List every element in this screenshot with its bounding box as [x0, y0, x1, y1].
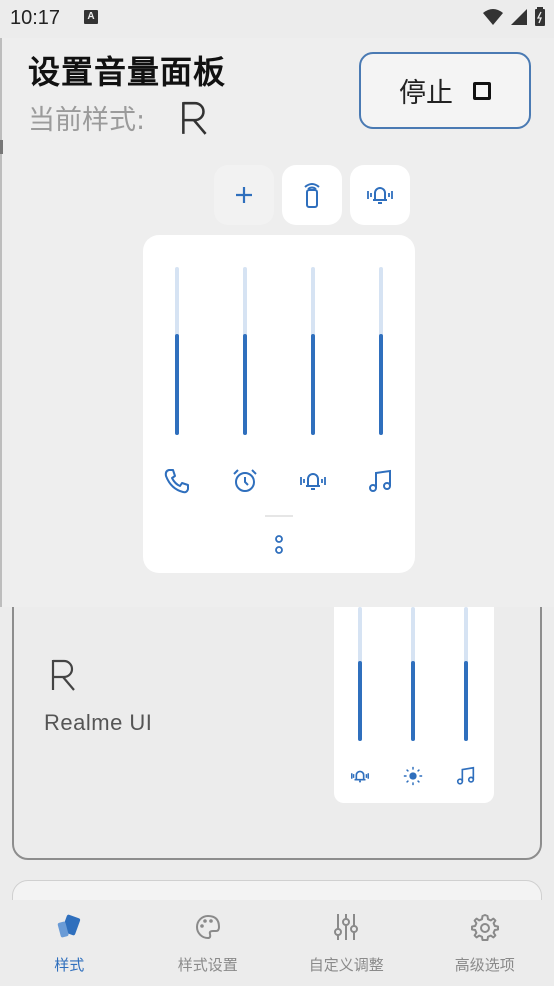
media-volume-fill — [379, 334, 383, 435]
preview-slider-fill — [464, 660, 468, 741]
preview-slider — [464, 607, 468, 741]
preview-slider-fill — [411, 660, 415, 741]
call-volume-fill — [175, 334, 179, 435]
nav-item-style[interactable]: 样式 — [0, 900, 139, 986]
status-time: 10:17 — [10, 7, 61, 29]
stop-button[interactable]: 停止 — [359, 52, 531, 129]
nav-label: 样式设置 — [177, 956, 238, 974]
signal-icon — [511, 9, 527, 25]
volume-panel-settings-sheet: 设置音量面板 当前样式: 停止 — [0, 0, 554, 607]
brightness-icon — [403, 766, 423, 786]
alarm-volume-slider[interactable] — [243, 267, 247, 435]
nav-label: 样式 — [54, 956, 85, 974]
preview-slider — [358, 607, 362, 741]
notification-a-icon: A — [84, 10, 98, 24]
vibrate-icon — [351, 770, 369, 783]
media-volume-slider[interactable] — [379, 267, 383, 435]
volume-sliders-card — [143, 235, 415, 573]
current-style-label: 当前样式: — [28, 105, 146, 136]
status-bar: 10:17 A — [0, 0, 554, 38]
ringer-mode-button[interactable] — [282, 165, 342, 225]
alarm-icon — [233, 469, 257, 492]
nav-item-custom-adjust[interactable]: 自定义调整 — [277, 900, 416, 986]
stop-button-label: 停止 — [399, 78, 453, 109]
gear-icon — [470, 912, 500, 942]
vibrate-volume-fill — [311, 334, 315, 435]
bottom-navigation: 样式 样式设置 自定义调整 高级选项 — [0, 900, 554, 986]
vibrate-mode-button[interactable] — [350, 165, 410, 225]
preview-slider — [411, 607, 415, 741]
phone-icon — [164, 469, 189, 494]
add-icon — [236, 187, 252, 203]
card-divider — [265, 515, 293, 517]
call-volume-slider[interactable] — [175, 267, 179, 435]
alarm-volume-fill — [243, 334, 247, 435]
more-vertical-icon[interactable] — [271, 533, 287, 557]
wifi-icon — [483, 9, 503, 25]
nav-label: 高级选项 — [454, 956, 515, 974]
music-note-icon — [369, 469, 391, 492]
style-icon — [54, 912, 84, 942]
palette-icon — [193, 912, 223, 942]
realme-logo-icon — [51, 659, 75, 691]
vibrate-icon — [300, 473, 326, 490]
nav-item-advanced[interactable]: 高级选项 — [416, 900, 554, 986]
edge-indicator — [0, 140, 3, 154]
preview-slider-fill — [358, 660, 362, 741]
ringer-icon — [304, 183, 320, 208]
add-button[interactable] — [214, 165, 274, 225]
realme-logo-icon — [182, 101, 207, 135]
style-preview-panel — [334, 607, 494, 803]
style-name: Realme UI — [44, 710, 153, 735]
tune-icon — [331, 912, 361, 942]
nav-label: 自定义调整 — [308, 956, 384, 974]
vibrate-icon — [367, 187, 393, 204]
vibrate-volume-slider[interactable] — [311, 267, 315, 435]
page-title: 设置音量面板 — [28, 53, 227, 91]
stop-icon — [473, 81, 491, 100]
battery-icon — [535, 7, 545, 26]
nav-item-style-settings[interactable]: 样式设置 — [139, 900, 278, 986]
music-note-icon — [456, 766, 475, 785]
